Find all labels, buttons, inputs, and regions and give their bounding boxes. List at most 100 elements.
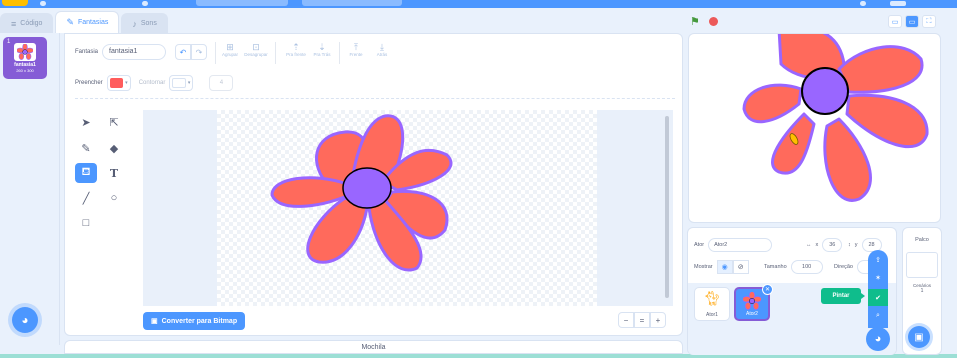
add-sprite-menu: ⇪ ✶ ✔ ⌕ <box>868 250 888 328</box>
show-button[interactable]: ◉ <box>716 260 733 274</box>
speaker-icon: ♪ <box>132 18 137 29</box>
undo-button[interactable]: ↶ <box>175 44 191 60</box>
paint-canvas-area[interactable] <box>143 110 673 306</box>
paint-canvas[interactable] <box>217 110 597 306</box>
costume-thumbnail <box>14 43 36 61</box>
undo-icon: ↶ <box>179 47 187 57</box>
small-stage-button[interactable]: ▭ <box>888 15 902 28</box>
tab-sounds[interactable]: ♪ Sons <box>121 13 168 33</box>
sprite-tile-label: Ator1 <box>706 312 718 318</box>
stage-size-controls: ▭ ▭ ⛶ <box>888 15 936 28</box>
outline-width-input[interactable]: 4 <box>209 75 234 91</box>
eraser-tool[interactable]: ◆ <box>103 138 125 158</box>
select-tool[interactable]: ➤ <box>75 112 97 132</box>
show-row: Mostrar ◉ ⊘ <box>694 260 749 274</box>
flower-petal <box>306 196 369 264</box>
costume-name-input[interactable]: fantasia1 <box>102 44 167 60</box>
fullscreen-button[interactable]: ⛶ <box>922 15 936 28</box>
sprite-name-input[interactable]: Ator2 <box>708 238 773 252</box>
zoom-out-button[interactable]: − <box>618 312 634 328</box>
forward-icon: ⇡ <box>292 42 300 52</box>
toolbar-divider <box>275 42 276 64</box>
sprite-tile-ator1[interactable]: 🐈︎ Ator1 <box>694 287 730 321</box>
fill-color-picker[interactable]: ▾ <box>106 75 131 91</box>
x-input[interactable]: 36 <box>822 238 843 252</box>
green-flag-icon[interactable]: ⚑ <box>690 15 700 28</box>
rectangle-tool[interactable]: □ <box>75 213 97 233</box>
costume-number: 1 <box>7 39 11 45</box>
circle-tool[interactable]: ○ <box>103 188 125 208</box>
add-backdrop-button[interactable]: ▣ <box>908 326 930 348</box>
zoom-reset-button[interactable]: = <box>634 312 650 328</box>
surprise-sprite-button[interactable]: ✶ <box>871 271 885 285</box>
normal-stage-button[interactable]: ▭ <box>905 15 919 28</box>
search-icon: ⌕ <box>876 312 880 319</box>
direction-label: Direção <box>834 264 853 270</box>
scratch-logo[interactable] <box>2 0 28 6</box>
tutorials-icon[interactable] <box>142 1 148 6</box>
small-stage-icon: ▭ <box>891 18 899 26</box>
choose-sprite-button[interactable]: ⌕ <box>871 309 885 323</box>
reshape-tool[interactable]: ⇱ <box>103 112 125 132</box>
forward-button[interactable]: ⇡ Pra frente <box>283 42 309 57</box>
fill-tool[interactable]: ⛾ <box>75 163 97 183</box>
redo-button[interactable]: ↷ <box>191 44 207 60</box>
zoom-reset-icon: = <box>639 315 645 325</box>
tab-code[interactable]: ≡ Código <box>0 13 54 33</box>
paint-sprite-button[interactable]: ✔ <box>868 289 888 306</box>
flower-center <box>801 67 849 115</box>
flower-center <box>342 167 392 209</box>
ungroup-button[interactable]: ⊡ Desagrupar <box>243 42 269 57</box>
brush-icon: ✎ <box>66 17 74 27</box>
zoom-in-button[interactable]: + <box>650 312 666 328</box>
stage[interactable] <box>688 33 941 223</box>
outline-label: Contornar <box>138 80 166 86</box>
image-icon: ▣ <box>914 331 924 343</box>
my-stuff-icon[interactable] <box>860 1 866 6</box>
show-label: Mostrar <box>694 264 713 270</box>
add-costume-button[interactable]: ◕ <box>12 307 38 333</box>
canvas-scrollbar[interactable] <box>665 116 669 298</box>
brush-tool[interactable]: ✎ <box>75 138 97 158</box>
trash-icon: ✕ <box>764 287 771 293</box>
stage-title: Palco <box>915 237 929 243</box>
eye-closed-icon: ⊘ <box>737 264 744 271</box>
costume-item[interactable]: 1 fantasia1 260 x 300 <box>3 37 47 79</box>
delete-sprite-button[interactable]: ✕ <box>762 284 773 295</box>
add-sprite-button[interactable]: ◕ <box>866 327 890 351</box>
sprite-tile-ator2[interactable]: Ator2 ✕ <box>734 284 773 321</box>
ungroup-icon: ⊡ <box>252 42 260 52</box>
group-button[interactable]: ⊞ Agrupar <box>217 42 243 57</box>
back-button[interactable]: ⤓ Atrás <box>369 42 395 57</box>
project-title-input[interactable] <box>196 0 288 6</box>
brush-icon: ✔ <box>875 294 881 302</box>
backward-button[interactable]: ⇣ Pra Trás <box>309 42 335 57</box>
outline-color-picker[interactable]: ▾ <box>169 75 194 91</box>
y-arrows-icon: ↕ <box>848 242 851 248</box>
upload-sprite-button[interactable]: ⇪ <box>871 253 885 267</box>
forward-label: Pra frente <box>286 52 306 57</box>
upload-icon: ⇪ <box>875 257 881 264</box>
flower-sprite-icon <box>742 291 762 310</box>
flower-petal <box>837 45 924 94</box>
line-tool[interactable]: ╱ <box>75 188 97 208</box>
share-button[interactable] <box>302 0 402 6</box>
backpack-bar[interactable]: Mochila <box>64 340 683 354</box>
convert-to-bitmap-button[interactable]: ▣ Converter para Bitmap <box>143 312 246 330</box>
globe-icon[interactable] <box>40 1 46 6</box>
size-input[interactable]: 100 <box>790 260 823 274</box>
stop-icon[interactable] <box>709 17 718 26</box>
zoom-in-icon: + <box>655 315 661 325</box>
zoom-out-icon: − <box>623 315 629 325</box>
tab-costumes[interactable]: ✎ Fantasias <box>55 11 120 33</box>
text-tool[interactable]: T <box>103 163 125 183</box>
backdrops-count: 1 <box>920 288 924 294</box>
avatar[interactable] <box>890 1 906 6</box>
hide-button[interactable]: ⊘ <box>732 260 749 274</box>
front-button[interactable]: ⤒ Frente <box>343 42 369 57</box>
flower-petal <box>771 112 816 175</box>
cat-icon: ◕ <box>874 333 882 345</box>
flower-drawing[interactable] <box>217 110 597 306</box>
ungroup-label: Desagrupar <box>244 52 268 57</box>
front-label: Frente <box>349 52 363 57</box>
